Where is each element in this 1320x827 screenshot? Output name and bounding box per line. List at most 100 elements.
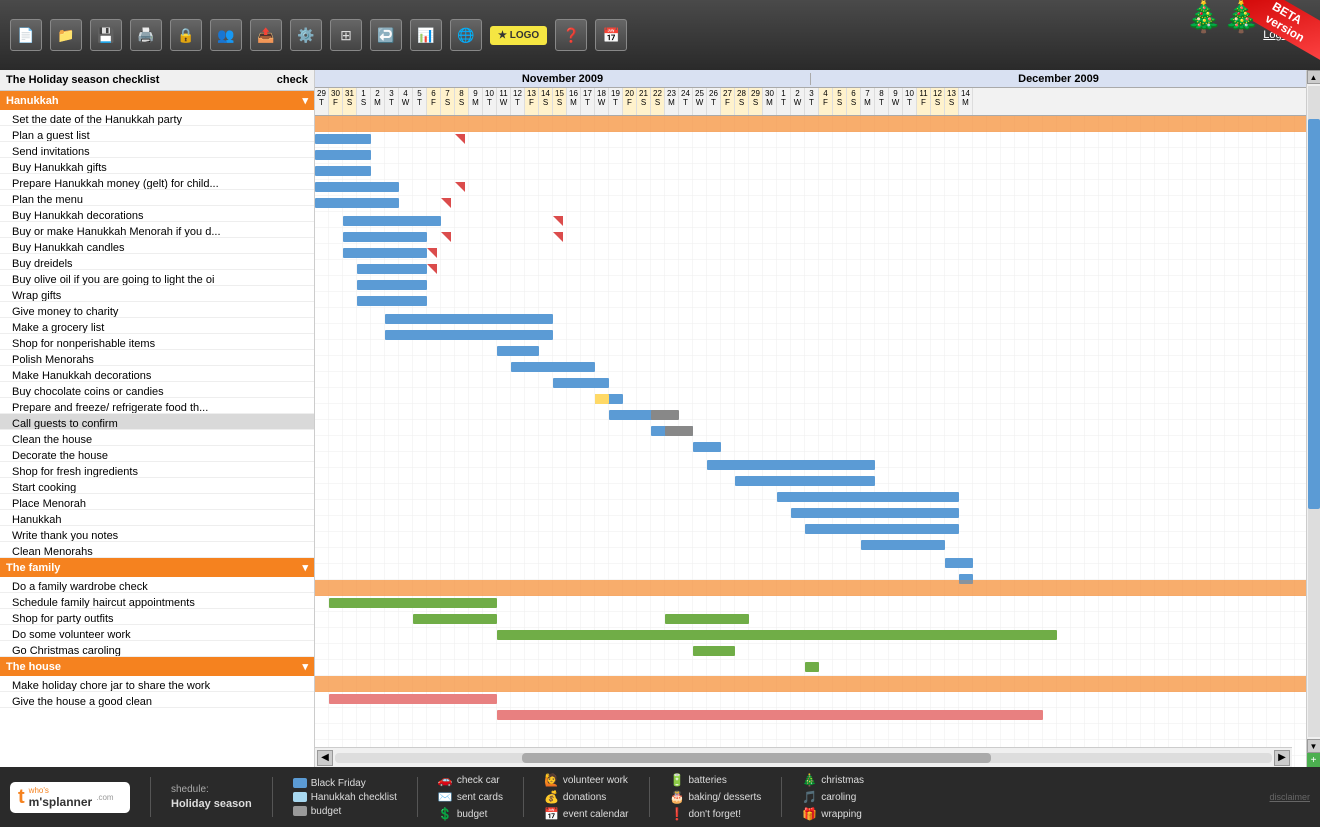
day-cell: 31S	[343, 88, 357, 115]
day-cell: 6S	[847, 88, 861, 115]
legend-black-friday: Black Friday	[293, 778, 397, 789]
scroll-track[interactable]	[335, 753, 1272, 763]
day-cell: 14S	[539, 88, 553, 115]
main-area: The Holiday season checklist check Hanuk…	[0, 70, 1320, 767]
vscroll-track[interactable]	[1308, 86, 1320, 737]
day-cell: 5T	[413, 88, 427, 115]
footer-separator-6	[781, 777, 782, 817]
gantt-area: November 2009 December 2009 29T 30F 31S …	[315, 70, 1306, 767]
task-row: Place Menorah	[0, 494, 314, 510]
toolbar: 📄 📁 💾 🖨️ 🔒 👥 📤 ⚙️ ⊞ ↩️ 📊 🌐 ★ LOGO ❓ 📅 Lo…	[0, 0, 1320, 70]
export-icon[interactable]: 📤	[250, 19, 282, 51]
day-cell: 3T	[385, 88, 399, 115]
section-family-collapse[interactable]: ▾	[302, 561, 308, 574]
disclaimer-link[interactable]: disclaimer	[1269, 792, 1310, 802]
section-hanukkah-label: Hanukkah	[6, 95, 59, 107]
users-icon[interactable]: 👥	[210, 19, 242, 51]
task-row: Give the house a good clean	[0, 692, 314, 708]
footer-icon-volunteer: 🙋 volunteer work	[544, 773, 629, 787]
money-icon: 💲	[438, 807, 453, 821]
vertical-scrollbar: ▲ ▼ +	[1306, 70, 1320, 767]
dontforget-label: don't forget!	[688, 809, 741, 820]
car-icon: 🚗	[438, 773, 453, 787]
task-row: Schedule family haircut appointments	[0, 593, 314, 609]
day-cell: 10T	[483, 88, 497, 115]
task-row: Go Christmas caroling	[0, 641, 314, 657]
footer-icon-dontforget: ❗ don't forget!	[670, 807, 762, 821]
footer-logo: t who's m'splanner .com	[10, 782, 130, 813]
footer-separator-4	[523, 777, 524, 817]
section-house-collapse[interactable]: ▾	[302, 660, 308, 673]
scroll-down-arrow[interactable]: ▼	[1307, 739, 1320, 753]
season-label: Holiday season	[171, 798, 252, 810]
task-row: Plan the menu	[0, 190, 314, 206]
caroling-label: caroling	[821, 792, 856, 803]
section-hanukkah-collapse[interactable]: ▾	[302, 94, 308, 107]
section-hanukkah[interactable]: Hanukkah ▾	[0, 91, 314, 110]
day-cell: 12T	[511, 88, 525, 115]
scroll-left-arrow[interactable]: ◀	[317, 750, 333, 766]
logo-who: who's	[29, 786, 93, 795]
task-row: Buy Hanukkah candles	[0, 238, 314, 254]
day-cell: 9M	[469, 88, 483, 115]
calendar-icon[interactable]: 📅	[595, 19, 627, 51]
footer-icon-wrapping: 🎁 wrapping	[802, 807, 864, 821]
new-icon[interactable]: 📄	[10, 19, 42, 51]
open-icon[interactable]: 📁	[50, 19, 82, 51]
help-icon[interactable]: ❓	[555, 19, 587, 51]
month-nov: November 2009	[315, 73, 811, 85]
task-row: Buy or make Hanukkah Menorah if you d...	[0, 222, 314, 238]
task-row: Do a family wardrobe check	[0, 577, 314, 593]
footer-icon-eventcal: 📅 event calendar	[544, 807, 629, 821]
task-row-highlighted: Call guests to confirm	[0, 414, 314, 430]
task-row: Shop for fresh ingredients	[0, 462, 314, 478]
print-icon[interactable]: 🖨️	[130, 19, 162, 51]
task-row: Plan a guest list	[0, 126, 314, 142]
task-row: Prepare Hanukkah money (gelt) for child.…	[0, 174, 314, 190]
globe-icon[interactable]: 🌐	[450, 19, 482, 51]
day-cell: 29T	[315, 88, 329, 115]
day-cell: 12S	[931, 88, 945, 115]
left-panel-header: The Holiday season checklist check	[0, 70, 314, 91]
lock-icon[interactable]: 🔒	[170, 19, 202, 51]
day-cell: 1T	[777, 88, 791, 115]
day-cell: 16M	[567, 88, 581, 115]
day-cell: 4W	[399, 88, 413, 115]
logo-button[interactable]: ★ LOGO	[490, 26, 547, 45]
section-family-label: The family	[6, 562, 60, 574]
settings-icon[interactable]: ⚙️	[290, 19, 322, 51]
footer-separator-5	[649, 777, 650, 817]
check-column-label: check	[277, 74, 308, 86]
section-house-label: The house	[6, 661, 61, 673]
day-cell: 2W	[791, 88, 805, 115]
task-row: Send invitations	[0, 142, 314, 158]
day-cell: 19T	[609, 88, 623, 115]
add-row-button[interactable]: +	[1307, 753, 1320, 767]
scroll-right-arrow[interactable]: ▶	[1274, 750, 1290, 766]
task-row: Buy Hanukkah decorations	[0, 206, 314, 222]
chart-icon[interactable]: 📊	[410, 19, 442, 51]
footer-legend: Black Friday Hanukkah checklist budget	[293, 778, 397, 817]
section-family[interactable]: The family ▾	[0, 558, 314, 577]
section-house[interactable]: The house ▾	[0, 657, 314, 676]
footer-icons-col3: 🔋 batteries 🎂 baking/ desserts ❗ don't f…	[670, 773, 762, 821]
save-icon[interactable]: 💾	[90, 19, 122, 51]
legend-hanukkah: Hanukkah checklist	[293, 792, 397, 803]
grid-icon[interactable]: ⊞	[330, 19, 362, 51]
undo-icon[interactable]: ↩️	[370, 19, 402, 51]
caroling-icon: 🎵	[802, 790, 817, 804]
gantt-svg	[315, 116, 1306, 767]
task-row: Decorate the house	[0, 446, 314, 462]
task-row: Write thank you notes	[0, 526, 314, 542]
task-row: Buy chocolate coins or candies	[0, 382, 314, 398]
logo-url: .com	[96, 793, 113, 802]
task-row: Do some volunteer work	[0, 625, 314, 641]
task-row: Make Hanukkah decorations	[0, 366, 314, 382]
task-row: Buy Hanukkah gifts	[0, 158, 314, 174]
day-cell: 11W	[497, 88, 511, 115]
day-cell: 7M	[861, 88, 875, 115]
day-cell: 28S	[735, 88, 749, 115]
scroll-up-arrow[interactable]: ▲	[1307, 70, 1320, 84]
christmas-icon: 🎄	[802, 773, 817, 787]
task-row: Wrap gifts	[0, 286, 314, 302]
